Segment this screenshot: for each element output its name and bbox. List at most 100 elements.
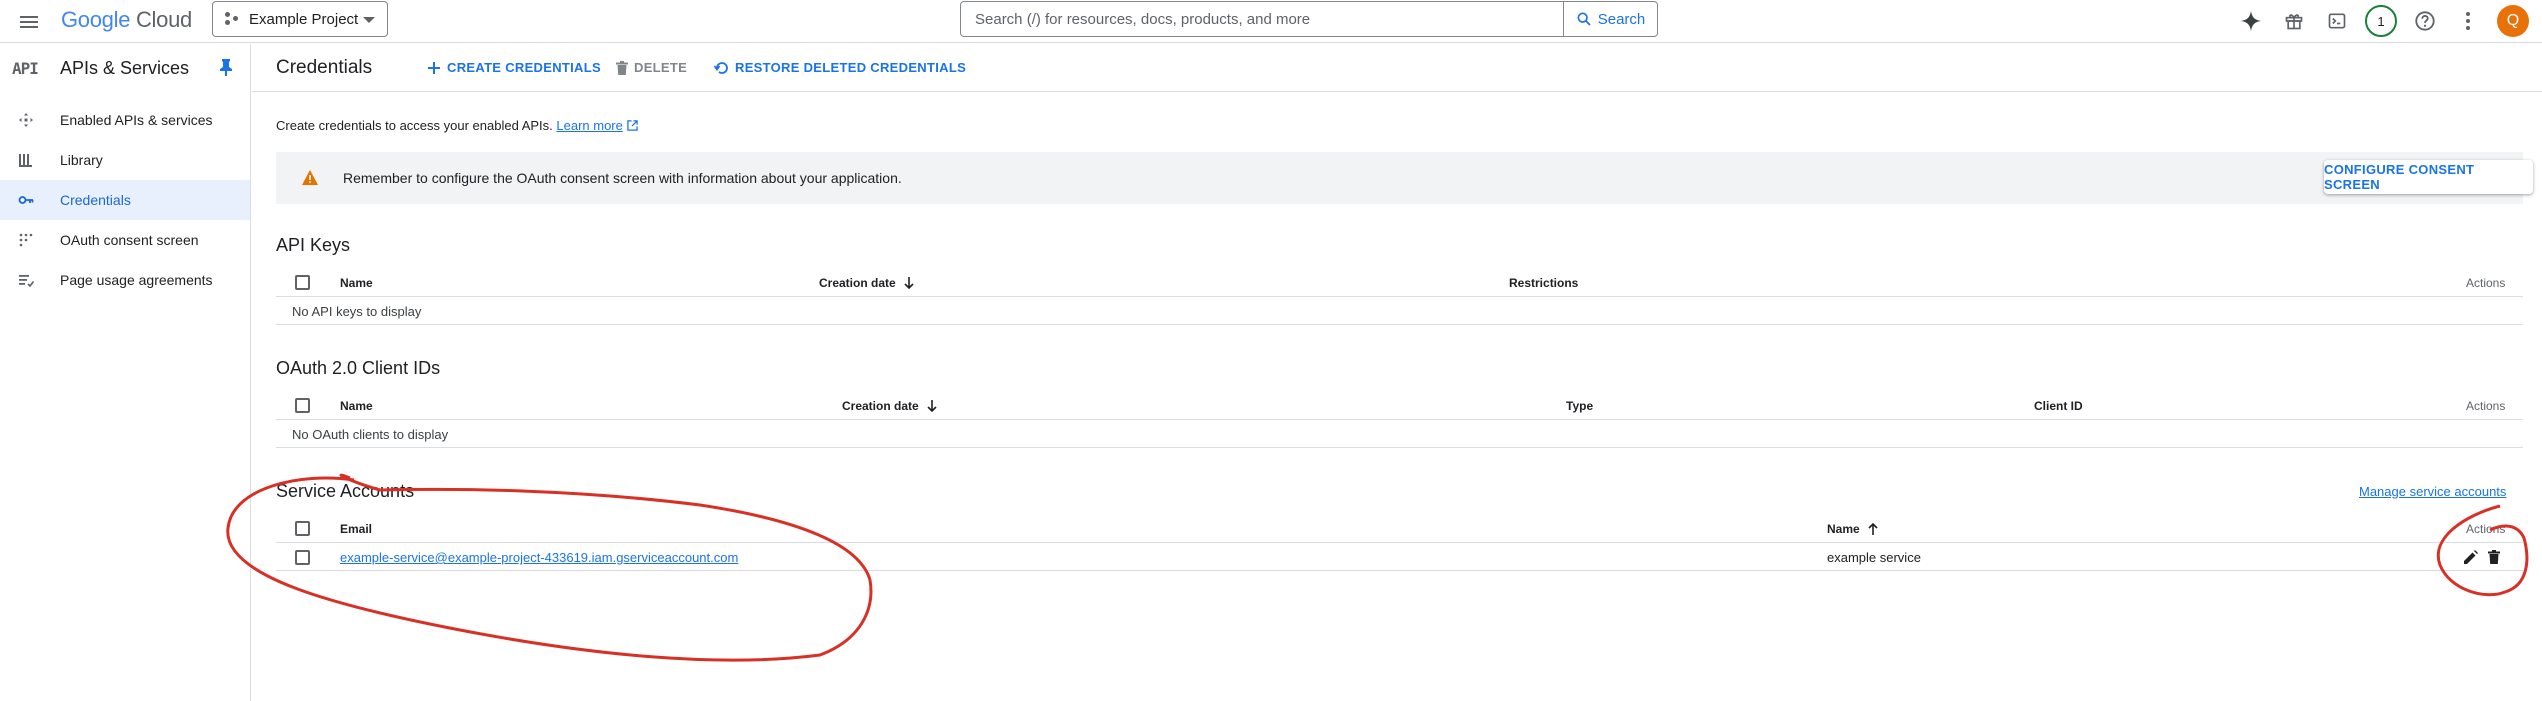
table-row: example-service@example-project-433619.i… — [276, 543, 2523, 571]
restore-deleted-button[interactable]: RESTORE DELETED CREDENTIALS — [714, 60, 966, 75]
menu-icon[interactable] — [16, 9, 42, 35]
column-header-actions: Actions — [2466, 399, 2506, 413]
main-content: Credentials CREATE CREDENTIALS DELETE RE… — [252, 44, 2542, 701]
more-vert-icon[interactable] — [2455, 8, 2481, 34]
project-picker[interactable]: Example Project — [212, 1, 388, 37]
sidebar-item-label: Enabled APIs & services — [60, 112, 213, 128]
api-icon: API — [12, 59, 39, 78]
column-header-name[interactable]: Name — [340, 399, 373, 413]
sidebar-header: API APIs & Services — [0, 44, 250, 92]
arrow-down-icon — [904, 277, 914, 289]
table-row: No API keys to display — [276, 297, 2523, 325]
logo-google: Google — [61, 7, 131, 32]
agreements-icon — [18, 272, 35, 288]
top-bar: Google Cloud Example Project Search (/) … — [0, 0, 2542, 43]
learn-more-label: Learn more — [556, 118, 623, 133]
search-button[interactable]: Search — [1563, 1, 1658, 37]
column-header-client-id[interactable]: Client ID — [2034, 399, 2083, 413]
select-all-checkbox[interactable] — [295, 521, 310, 536]
column-header-label: Creation date — [819, 276, 896, 290]
enabled-apis-icon — [18, 112, 34, 128]
oauth-table-header: Name Creation date Type Client ID Action… — [276, 392, 2523, 420]
sidebar-item-label: Credentials — [60, 192, 131, 208]
page-title: Credentials — [276, 57, 373, 78]
page-header: Credentials CREATE CREDENTIALS DELETE RE… — [252, 44, 2542, 92]
select-all-checkbox[interactable] — [295, 275, 310, 290]
oauth-empty-message: No OAuth clients to display — [292, 427, 449, 442]
restore-icon — [714, 61, 728, 74]
column-header-name[interactable]: Name — [1827, 522, 1878, 536]
avatar[interactable]: Q — [2497, 5, 2529, 37]
api-keys-table-header: Name Creation date Restrictions Actions — [276, 269, 2523, 297]
gemini-sparkle-icon[interactable] — [2238, 8, 2264, 34]
sidebar-item-label: OAuth consent screen — [60, 232, 199, 248]
column-header-email[interactable]: Email — [340, 522, 372, 536]
oauth-title: OAuth 2.0 Client IDs — [276, 358, 441, 378]
restore-label: RESTORE DELETED CREDENTIALS — [735, 60, 967, 75]
service-accounts-table-header: Email Name Actions — [276, 515, 2523, 543]
sidebar-item-page-usage[interactable]: Page usage agreements — [0, 260, 250, 300]
pin-icon[interactable] — [219, 58, 233, 81]
column-header-label: Creation date — [842, 399, 919, 413]
project-name: Example Project — [249, 10, 359, 28]
consent-warning-banner: Remember to configure the OAuth consent … — [276, 152, 2533, 204]
open-in-new-icon — [626, 120, 638, 131]
banner-message: Remember to configure the OAuth consent … — [343, 170, 902, 186]
column-header-restrictions[interactable]: Restrictions — [1509, 276, 1578, 290]
manage-service-accounts-label: Manage service accounts — [2359, 484, 2507, 499]
intro-message: Create credentials to access your enable… — [276, 118, 553, 133]
help-icon[interactable] — [2412, 8, 2438, 34]
sidebar-item-credentials[interactable]: Credentials — [0, 180, 250, 220]
sidebar-item-oauth-consent[interactable]: OAuth consent screen — [0, 220, 250, 260]
column-header-name[interactable]: Name — [340, 276, 373, 290]
delete-button[interactable]: DELETE — [616, 60, 687, 75]
column-header-actions: Actions — [2466, 276, 2506, 290]
column-header-creation-date[interactable]: Creation date — [842, 399, 937, 413]
create-credentials-button[interactable]: CREATE CREDENTIALS — [427, 60, 601, 75]
learn-more-link[interactable]: Learn more — [556, 118, 622, 133]
service-account-email-link[interactable]: example-service@example-project-433619.i… — [340, 550, 738, 565]
gift-icon[interactable] — [2281, 8, 2307, 34]
search-placeholder: Search (/) for resources, docs, products… — [975, 10, 1311, 28]
key-icon — [18, 192, 34, 208]
api-keys-title: API Keys — [276, 235, 351, 255]
sidebar-item-enabled-apis[interactable]: Enabled APIs & services — [0, 100, 250, 140]
edit-icon[interactable] — [2462, 548, 2480, 566]
delete-label: DELETE — [634, 60, 688, 75]
search-button-label: Search — [1597, 10, 1646, 28]
plus-icon — [428, 61, 440, 74]
cloud-shell-icon[interactable] — [2324, 8, 2350, 34]
service-accounts-title: Service Accounts — [276, 481, 415, 501]
avatar-initial: Q — [2506, 12, 2520, 29]
search-input[interactable]: Search (/) for resources, docs, products… — [960, 1, 1564, 37]
intro-text: Create credentials to access your enable… — [276, 118, 638, 133]
google-cloud-logo[interactable]: Google Cloud — [61, 7, 192, 33]
row-checkbox[interactable] — [295, 550, 310, 565]
sidebar-title: APIs & Services — [60, 58, 190, 78]
api-keys-empty-message: No API keys to display — [292, 304, 422, 319]
chevron-down-icon — [363, 17, 375, 23]
column-header-label: Name — [1827, 522, 1860, 536]
notifications-count: 1 — [2377, 13, 2385, 29]
trash-icon[interactable] — [2485, 548, 2503, 566]
sidebar: API APIs & Services Enabled APIs & servi… — [0, 44, 251, 701]
column-header-type[interactable]: Type — [1566, 399, 1593, 413]
project-icon — [225, 12, 239, 26]
arrow-down-icon — [927, 400, 937, 412]
service-account-name: example service — [1827, 550, 1921, 565]
sidebar-item-library[interactable]: Library — [0, 140, 250, 180]
oauth-icon — [18, 232, 34, 248]
configure-consent-screen-button[interactable]: CONFIGURE CONSENT SCREEN — [2324, 160, 2533, 194]
create-credentials-label: CREATE CREDENTIALS — [447, 60, 601, 75]
trash-icon — [616, 60, 628, 75]
arrow-up-icon — [1868, 523, 1878, 535]
search-icon — [1577, 12, 1591, 26]
sidebar-item-label: Page usage agreements — [60, 272, 213, 288]
library-icon — [18, 152, 34, 168]
warning-icon — [302, 170, 318, 185]
manage-service-accounts-link[interactable]: Manage service accounts — [2359, 484, 2506, 499]
sidebar-item-label: Library — [60, 152, 103, 168]
column-header-creation-date[interactable]: Creation date — [819, 276, 914, 290]
notifications-badge[interactable]: 1 — [2365, 5, 2397, 37]
select-all-checkbox[interactable] — [295, 398, 310, 413]
